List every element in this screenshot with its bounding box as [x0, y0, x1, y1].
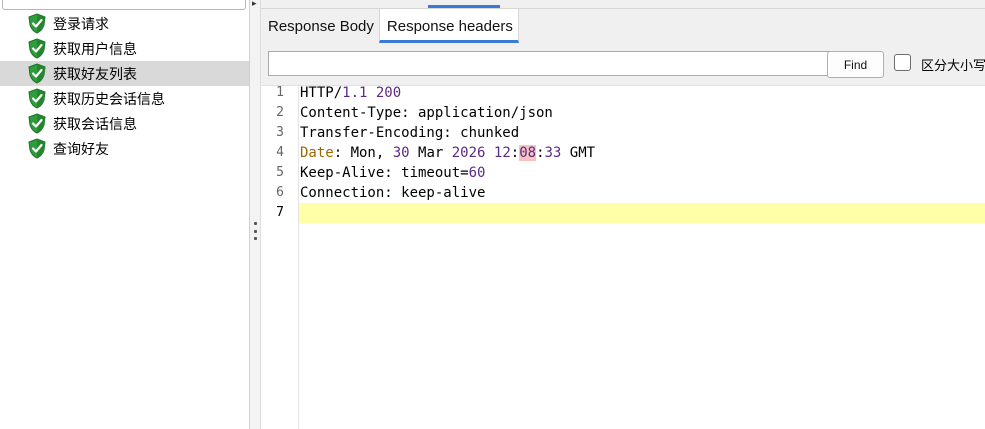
code-line: Date: Mon, 30 Mar 2026 12:08:33 GMT: [300, 145, 596, 161]
line-number: 1: [276, 85, 284, 100]
line-number: 3: [276, 125, 284, 140]
code-line: Content-Type: application/json: [300, 105, 553, 121]
code-line-current: [299, 203, 985, 223]
tree-item-label: 获取历史会话信息: [53, 91, 165, 108]
code-line: HTTP/1.1 200: [300, 85, 402, 101]
response-panel: Response Body Response headers Find 区分大小…: [261, 0, 985, 429]
top-tab-strip: [261, 0, 985, 9]
shield-check-icon: [28, 138, 46, 159]
tab-response-body[interactable]: Response Body: [261, 9, 379, 43]
search-bar: Find 区分大小写: [261, 43, 985, 86]
shield-check-icon: [28, 63, 46, 84]
tree-item-get-user-info[interactable]: 获取用户信息: [0, 36, 249, 61]
tree-item-label: 获取用户信息: [53, 41, 137, 58]
tree-item-login[interactable]: 登录请求: [0, 11, 249, 36]
shield-check-icon: [28, 88, 46, 109]
line-number-current: 7: [276, 205, 284, 220]
shield-check-icon: [28, 38, 46, 59]
request-tree-panel: 登录请求 获取用户信息 获取好友列表 获取历史会话信息 获取会话信息 查询好友: [0, 0, 250, 429]
code-line: Connection: keep-alive: [300, 185, 486, 201]
line-number: 6: [276, 185, 284, 200]
response-tabs: Response Body Response headers: [261, 9, 519, 43]
case-sensitive-checkbox[interactable]: [894, 54, 911, 71]
code-line: Transfer-Encoding: chunked: [300, 125, 520, 141]
drag-handle-icon[interactable]: [253, 222, 257, 240]
tree-item-label: 登录请求: [53, 16, 109, 33]
tree-item-label: 获取好友列表: [53, 66, 137, 83]
find-button[interactable]: Find: [827, 51, 884, 78]
collapse-arrow-icon[interactable]: ▸: [252, 0, 257, 9]
tab-response-headers[interactable]: Response headers: [378, 9, 519, 43]
line-number: 2: [276, 105, 284, 120]
tree-item-label: 获取会话信息: [53, 116, 137, 133]
line-number: 5: [276, 165, 284, 180]
case-sensitive-label: 区分大小写: [921, 59, 985, 74]
panel-splitter[interactable]: ▸: [250, 0, 261, 429]
line-number-gutter: 1 2 3 4 5 6 7: [261, 85, 299, 429]
tree-item-get-friend-list[interactable]: 获取好友列表: [0, 61, 249, 86]
shield-check-icon: [28, 113, 46, 134]
request-tree: 登录请求 获取用户信息 获取好友列表 获取历史会话信息 获取会话信息 查询好友: [0, 11, 249, 161]
tree-item-label: 查询好友: [53, 141, 109, 158]
code-line: Keep-Alive: timeout=60: [300, 165, 486, 181]
shield-check-icon: [28, 13, 46, 34]
tree-item-get-session-info[interactable]: 获取会话信息: [0, 111, 249, 136]
tree-item-search-friend[interactable]: 查询好友: [0, 136, 249, 161]
match-highlight: 08: [519, 145, 537, 161]
search-input[interactable]: [268, 51, 846, 76]
tree-item-get-history-sessions[interactable]: 获取历史会话信息: [0, 86, 249, 111]
tree-filter-box[interactable]: [2, 0, 246, 10]
headers-editor[interactable]: 1 2 3 4 5 6 7 HTTP/1.1 200 Content-Type:…: [261, 85, 985, 429]
line-number: 4: [276, 145, 284, 160]
active-tab-indicator: [428, 5, 500, 8]
